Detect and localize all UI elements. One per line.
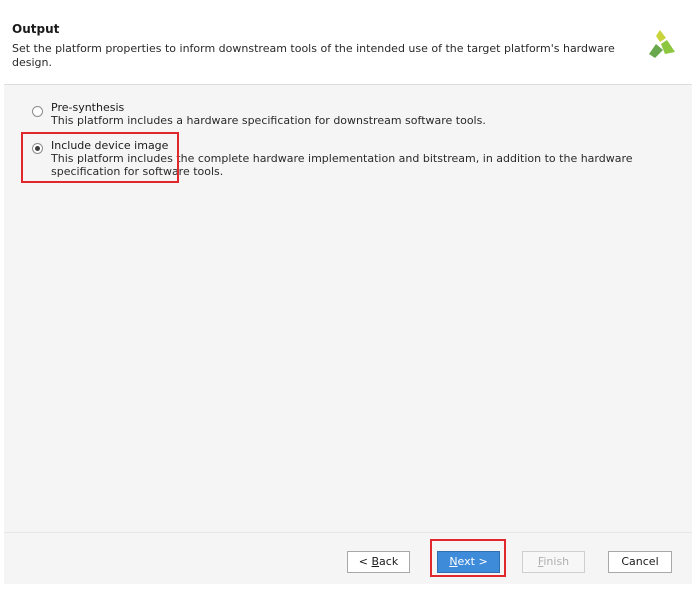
page-title: Output [12,22,60,36]
wizard-header: Output Set the platform properties to in… [4,0,692,85]
wizard-body: Pre-synthesis This platform includes a h… [4,85,692,532]
pre-synthesis-radio[interactable] [32,106,43,117]
next-rest: ext > [457,555,488,568]
wizard-footer: < Back Next > Finish Cancel [4,532,692,584]
include-device-image-description: This platform includes the complete hard… [51,152,633,178]
xilinx-logo-icon [647,28,677,60]
include-device-image-label: Include device image [51,139,169,152]
back-button[interactable]: < Back [347,551,410,573]
back-rest: ack [379,555,399,568]
back-mnemonic: B [371,555,380,568]
wizard-dialog: Output Set the platform properties to in… [4,0,692,584]
back-prefix: < [358,555,372,568]
next-mnemonic: N [449,555,458,568]
pre-synthesis-description: This platform includes a hardware specif… [51,114,486,127]
include-device-image-radio[interactable] [32,143,43,154]
cancel-button[interactable]: Cancel [608,551,672,573]
page-description: Set the platform properties to inform do… [12,42,615,69]
finish-button: Finish [522,551,585,573]
pre-synthesis-label: Pre-synthesis [51,101,125,114]
next-button[interactable]: Next > [437,551,500,573]
finish-rest: inish [543,555,570,568]
